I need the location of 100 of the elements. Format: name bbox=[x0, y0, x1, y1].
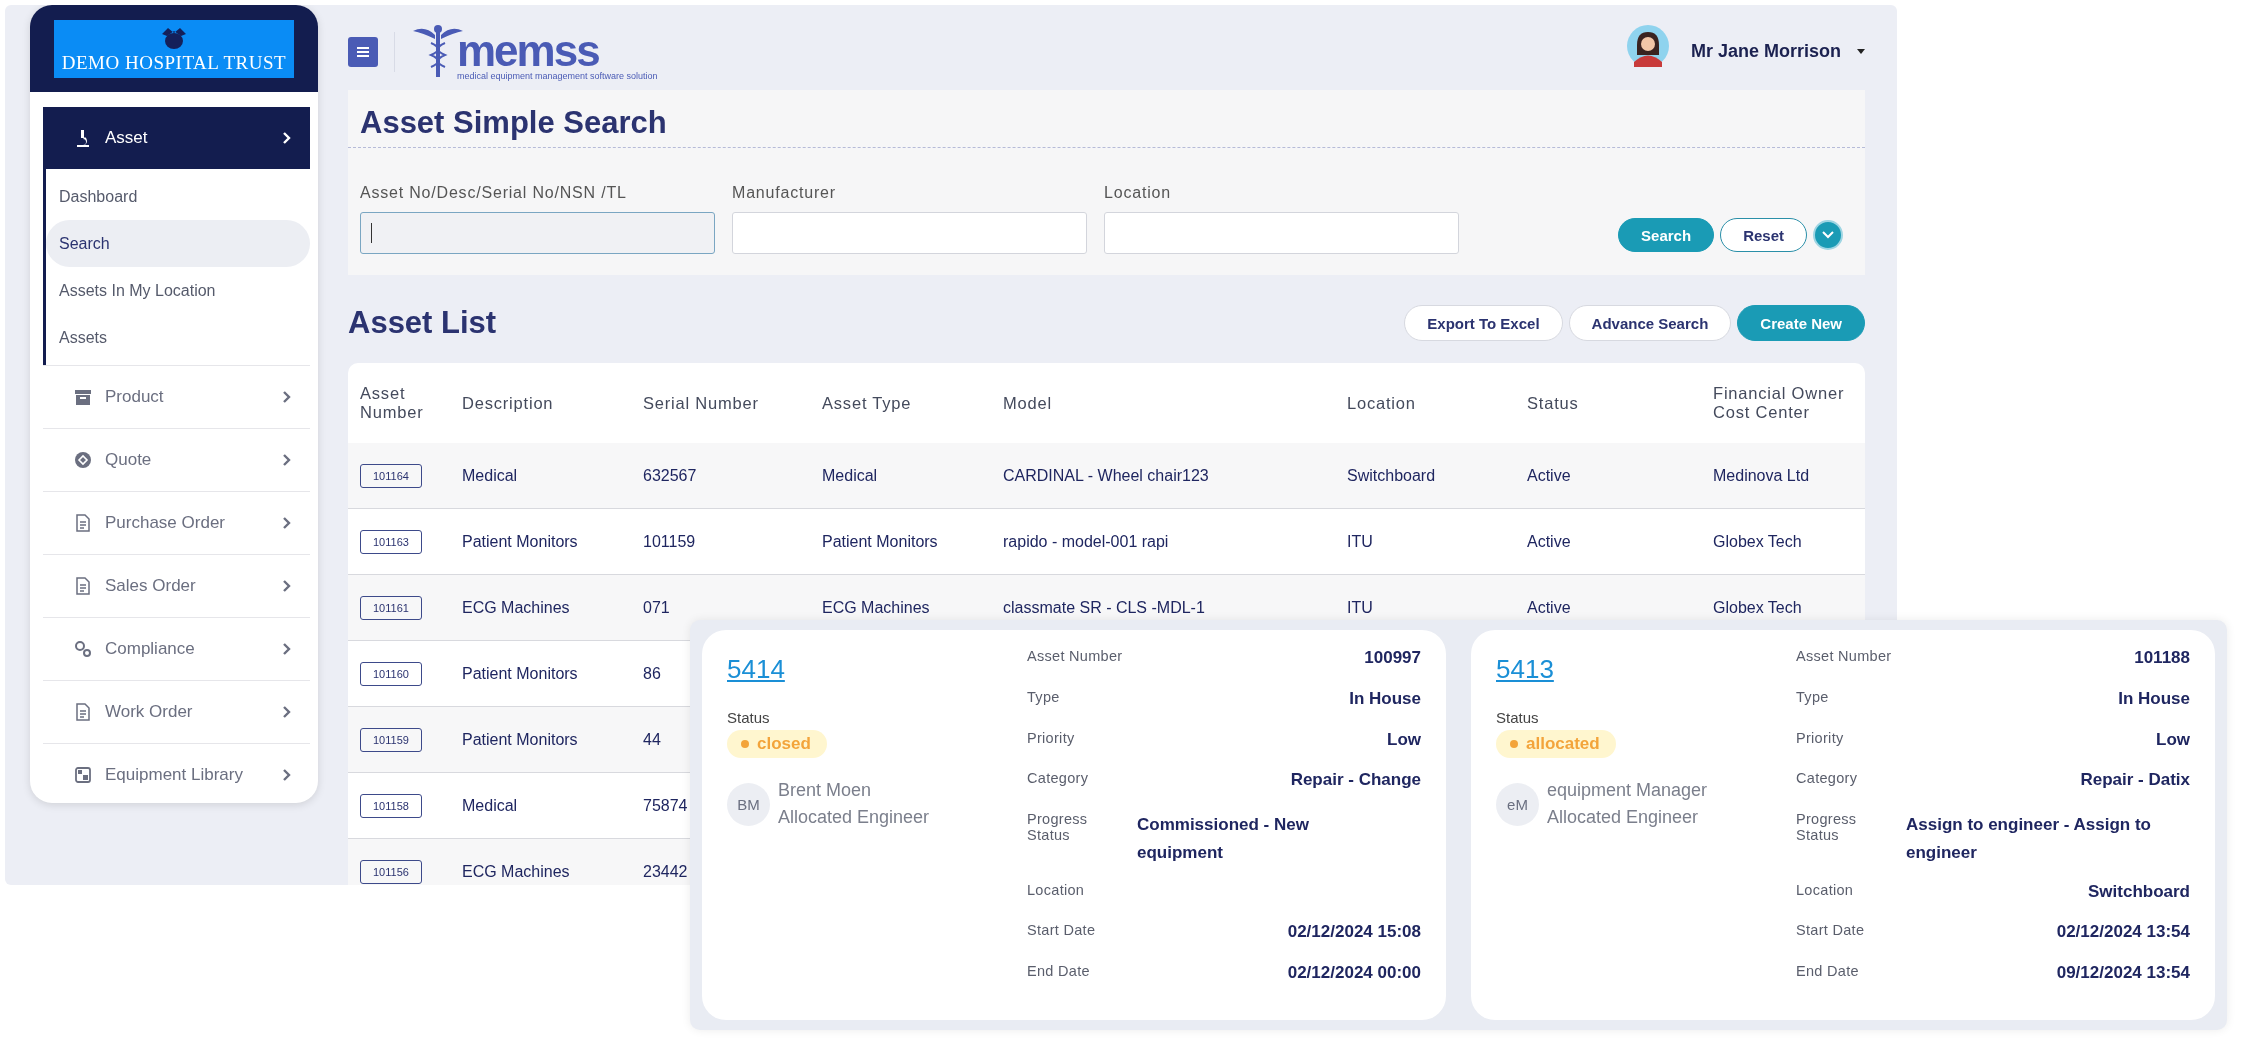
sidebar-item[interactable]: Purchase Order bbox=[43, 492, 310, 554]
engineer-role: Allocated Engineer bbox=[1547, 807, 1700, 828]
table-cell: Switchboard bbox=[1347, 466, 1436, 484]
column-header: Asset Type bbox=[822, 393, 912, 412]
section-title: Asset List bbox=[348, 305, 497, 341]
detail-value: 101188 bbox=[2134, 648, 2190, 668]
chevron-right-icon bbox=[282, 516, 292, 530]
badge-icon bbox=[73, 450, 93, 470]
detail-value: 02/12/2024 15:08 bbox=[1287, 922, 1421, 943]
menu-button[interactable] bbox=[348, 36, 378, 67]
submenu-item[interactable]: Search bbox=[46, 220, 310, 267]
initials-avatar: BM bbox=[727, 782, 770, 826]
detail-value: Repair - Change bbox=[1290, 770, 1421, 791]
initials-avatar: eM bbox=[1496, 782, 1539, 826]
detail-value: Switchboard bbox=[2088, 881, 2190, 902]
reset-button[interactable]: Reset bbox=[1720, 218, 1807, 252]
chevron-right-icon bbox=[282, 453, 292, 467]
detail-value: 09/12/2024 13:54 bbox=[2056, 963, 2190, 984]
action-button[interactable]: Advance Search bbox=[1568, 305, 1732, 341]
column-header: Model bbox=[1003, 393, 1052, 412]
document-icon bbox=[73, 576, 93, 596]
chevron-right-icon bbox=[282, 768, 292, 782]
album-icon bbox=[73, 765, 93, 785]
table-cell: Active bbox=[1527, 466, 1571, 484]
sidebar-item[interactable]: Sales Order bbox=[43, 555, 310, 617]
table-cell: 101159 bbox=[643, 532, 696, 550]
chevron-right-icon bbox=[282, 705, 292, 719]
table-cell: Medinova Ltd bbox=[1713, 466, 1810, 484]
asset-number-link[interactable]: 101158 bbox=[360, 793, 422, 818]
table-cell: Active bbox=[1527, 532, 1571, 550]
detail-value: Assign to engineer - Assign to engineer bbox=[1906, 814, 2152, 865]
work-order-link[interactable]: 5414 bbox=[727, 654, 785, 685]
field-label: Location bbox=[1104, 184, 1172, 202]
chevron-right-icon bbox=[282, 390, 292, 404]
detail-value: 02/12/2024 00:00 bbox=[1287, 963, 1421, 984]
detail-label: Progress Status bbox=[1796, 811, 1858, 844]
table-cell: Globex Tech bbox=[1713, 598, 1802, 616]
detail-label: Category bbox=[1796, 770, 1858, 787]
detail-label: Location bbox=[1796, 881, 1854, 898]
table-cell: Medical bbox=[462, 466, 518, 484]
column-header: Asset Number bbox=[360, 384, 424, 421]
table-cell: 86 bbox=[643, 664, 661, 682]
expand-button[interactable] bbox=[1813, 220, 1843, 250]
table-cell: rapido - model-001 rapi bbox=[1003, 532, 1169, 550]
asset-number-link[interactable]: 101163 bbox=[360, 529, 422, 554]
table-cell: CARDINAL - Wheel chair123 bbox=[1003, 466, 1209, 484]
engineer-name: equipment Manager bbox=[1547, 780, 1708, 801]
detail-label: Progress Status bbox=[1027, 811, 1089, 844]
sidebar-item[interactable]: Product bbox=[43, 366, 310, 428]
detail-label: Asset Number bbox=[1027, 648, 1123, 664]
table-cell: 44 bbox=[643, 730, 661, 748]
sidebar-item[interactable]: Compliance bbox=[43, 618, 310, 680]
sidebar-item[interactable]: Asset bbox=[43, 107, 310, 169]
table-cell: 071 bbox=[643, 598, 670, 616]
submenu-item[interactable]: Dashboard bbox=[46, 173, 310, 220]
status-pill: allocated bbox=[1496, 730, 1616, 758]
detail-value: Low bbox=[1387, 729, 1421, 750]
detail-label: End Date bbox=[1027, 963, 1090, 980]
asset-number-link[interactable]: 101164 bbox=[360, 463, 422, 488]
sidebar-item[interactable]: Work Order bbox=[43, 681, 310, 743]
chevron-down-icon bbox=[1822, 231, 1834, 239]
work-order-link[interactable]: 5413 bbox=[1496, 654, 1554, 685]
user-menu[interactable]: Mr Jane Morrison bbox=[1680, 41, 1845, 62]
sidebar-item[interactable]: Quote bbox=[43, 429, 310, 491]
asset-number-link[interactable]: 101161 bbox=[360, 595, 422, 620]
detail-label: Start Date bbox=[1027, 922, 1096, 939]
detail-value: In House bbox=[2118, 688, 2190, 709]
asset-number-link[interactable]: 101159 bbox=[360, 727, 422, 752]
text-field[interactable] bbox=[732, 212, 1087, 254]
asset-number-link[interactable]: 101160 bbox=[360, 661, 422, 686]
table-cell: ITU bbox=[1347, 532, 1373, 550]
table-cell: Patient Monitors bbox=[462, 532, 578, 550]
chevron-right-icon bbox=[282, 131, 292, 145]
menu-icon bbox=[356, 45, 370, 58]
column-header: Status bbox=[1527, 393, 1579, 412]
text-field[interactable] bbox=[360, 212, 715, 254]
brand-name: DEMO HOSPITAL TRUST bbox=[61, 51, 287, 74]
column-header: Serial Number bbox=[643, 393, 759, 412]
column-header: Location bbox=[1347, 393, 1416, 412]
detail-label: Asset Number bbox=[1796, 648, 1892, 664]
detail-value: In House bbox=[1349, 688, 1421, 709]
submenu-item[interactable]: Assets bbox=[46, 314, 310, 361]
detail-value: 02/12/2024 13:54 bbox=[2056, 922, 2190, 943]
detail-value: Repair - Datix bbox=[2080, 770, 2190, 791]
detail-value: Low bbox=[2156, 729, 2190, 750]
detail-label: Location bbox=[1027, 881, 1085, 898]
detail-label: End Date bbox=[1796, 963, 1859, 980]
detail-label: Start Date bbox=[1796, 922, 1865, 939]
table-cell: 632567 bbox=[643, 466, 697, 484]
logo-tagline: medical equipment management software solution bbox=[457, 70, 658, 81]
detail-label: Priority bbox=[1796, 729, 1844, 746]
text-field[interactable] bbox=[1104, 212, 1459, 254]
action-button[interactable]: Export To Excel bbox=[1404, 305, 1563, 341]
table-cell: 23442 bbox=[643, 862, 688, 880]
submenu-item[interactable]: Assets In My Location bbox=[46, 267, 310, 314]
sidebar-item[interactable]: Equipment Library bbox=[43, 744, 310, 803]
asset-number-link[interactable]: 101156 bbox=[360, 859, 422, 884]
status-pill: closed bbox=[727, 730, 827, 758]
text-cursor bbox=[371, 223, 372, 243]
field-label: Manufacturer bbox=[732, 184, 837, 202]
